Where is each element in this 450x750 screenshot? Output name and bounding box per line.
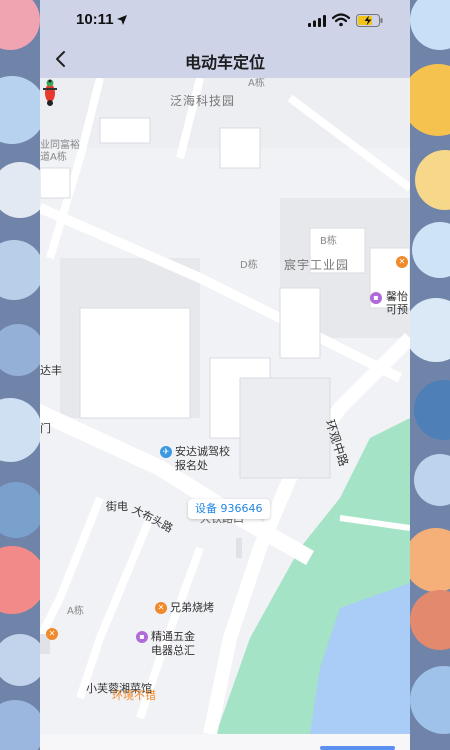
poi-hardware: ▪ 精通五金 [136, 630, 195, 643]
navigation-bar: 电动车定位 [40, 40, 410, 78]
map-canvas [40, 78, 410, 734]
poi-bbq: ✕ 兄弟烧烤 [155, 601, 214, 614]
area-label-fanhai: 泛海科技园 [170, 94, 236, 108]
building-label-a-bottom: A栋 [67, 606, 84, 617]
map-view[interactable]: 泛海科技园 宸宇工业园 A栋 B栋 D栋 A栋 业同富裕 道A栋 达丰 门 馨怡… [40, 78, 410, 734]
cellular-signal-icon [308, 15, 326, 27]
poi-hardware-name-1: 精通五金 [151, 630, 195, 643]
shop-poi-icon: ▪ [370, 292, 382, 304]
poi-driving-school-name-1: 安达诚驾校 [175, 445, 230, 458]
poi-hardware-sub: 电器总汇 [151, 644, 195, 657]
poi-driving-school-sub: 报名处 [175, 459, 208, 472]
edge-label-men: 门 [40, 422, 51, 435]
edge-label-tonggaoyu-2: 道A栋 [40, 152, 67, 163]
status-time: 10:11 [76, 11, 114, 28]
poi-restaurant-note: 环境不错 [112, 689, 156, 702]
area-label-chenyu: 宸宇工业园 [284, 258, 350, 272]
poi-bbq-name: 兄弟烧烤 [170, 601, 214, 614]
road-label-jiedian: 街电 [106, 500, 128, 513]
poi-driving-school: ✈ 安达诚驾校 [160, 445, 230, 458]
driving-school-icon: ✈ [160, 446, 172, 458]
food-poi-icon: ✕ [396, 256, 408, 268]
edge-label-xinyi-1: 馨怡 [386, 290, 408, 303]
shop-icon: ▪ [136, 631, 148, 643]
edge-label-dafeng: 达丰 [40, 364, 62, 377]
bottom-action-button[interactable] [320, 746, 395, 750]
device-label[interactable]: 设备 936646 [188, 499, 270, 519]
edge-label-tonggaoyu-1: 业同富裕 [40, 140, 80, 151]
restaurant-icon: ✕ [155, 602, 167, 614]
building-label-a-top: A栋 [248, 78, 265, 89]
building-label-b: B栋 [320, 236, 337, 247]
phone-screen: 10:11 电动车定位 泛海科技园 宸宇工业园 A栋 B栋 D栋 A栋 业同富裕… [40, 0, 410, 750]
status-bar: 10:11 [40, 0, 410, 40]
restaurant-left-icon: ✕ [46, 628, 58, 640]
building-label-d: D栋 [240, 260, 258, 271]
battery-charging-icon [356, 14, 383, 27]
edge-label-xinyi-2: 可预 [386, 303, 408, 316]
location-arrow-icon [117, 15, 127, 25]
wifi-icon [332, 13, 350, 27]
scooter-marker-icon[interactable] [40, 78, 60, 108]
page-title: 电动车定位 [184, 53, 265, 72]
